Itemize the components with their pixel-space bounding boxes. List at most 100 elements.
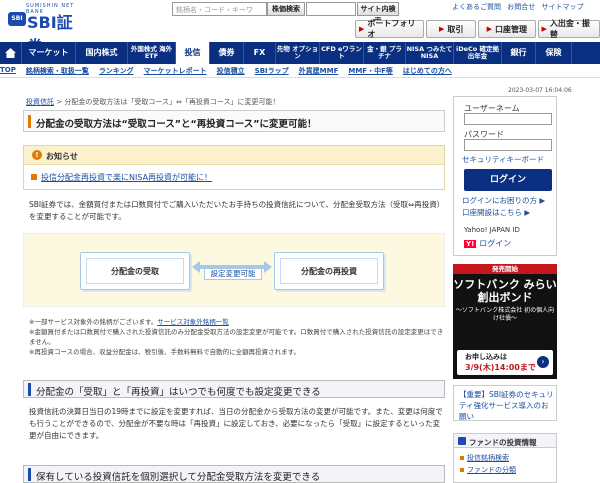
change-possible-label: 設定変更可能 [204, 268, 262, 280]
utility-button-bar: ▶ ポートフォリオ ▶ 取引 ▶ 口座管理 ▶ 入出金・振替 [355, 19, 600, 39]
subnav-top[interactable]: TOP [0, 66, 16, 77]
nav-market[interactable]: マーケット [22, 42, 76, 64]
excluded-funds-link[interactable]: サービス対象外銘柄一覧 [157, 318, 229, 326]
login-help-link[interactable]: ログインにお困りの方 ▶ [462, 195, 545, 206]
section-title: 保有している投資信託を個別選択して分配金受取方法を変更できる [36, 472, 321, 483]
nav-nisa[interactable]: NISA つみたてNISA [406, 42, 454, 64]
note-text: ※一部サービス対象外の銘柄がございます。 [29, 318, 158, 326]
notice-title: お知らせ [46, 152, 78, 161]
banner-apply-text: お申し込みは [465, 353, 507, 361]
subnav-search[interactable]: 銘柄検索・取扱一覧 [26, 66, 89, 77]
breadcrumb-current: > 分配金の受取方法は「受取コース」⇔「再投資コース」に変更可能！ [54, 98, 280, 106]
bullet-icon [460, 468, 464, 472]
nav-insurance[interactable]: 保険 [536, 42, 572, 64]
login-panel: ユーザーネーム パスワード セキュリティキーボード ログイン ログインにお困りの… [453, 96, 557, 256]
banner-top-label: 発売開始 [453, 264, 557, 274]
fund-search-label: 投信銘柄検索 [467, 454, 509, 462]
timestamp: 2023-03-07 16:04:06 [508, 87, 572, 94]
yahoo-icon: Y! [464, 240, 477, 248]
fund-search-link[interactable]: 投信銘柄検索 [460, 453, 509, 463]
trade-button[interactable]: ▶ 取引 [426, 20, 476, 38]
nav-gold[interactable]: 金・銀 プラチナ [364, 42, 406, 64]
banner-title: ソフトバンク みらい創出ボンド [453, 278, 557, 304]
section-heading: 保有している投資信託を個別選択して分配金受取方法を変更できる [23, 465, 445, 483]
subnav-ranking[interactable]: ランキング [99, 66, 134, 77]
triangle-icon: ▶ [439, 25, 445, 33]
utility-links: よくあるご質問 お問合せ サイトマップ [452, 2, 598, 12]
note-item: ※一部サービス対象外の銘柄がございます。サービス対象外銘柄一覧 [29, 317, 447, 327]
note-item: ※金額買付または口数買付で購入された投資信託のみ分配金受取方法の設定変更が可能で… [29, 328, 444, 346]
deposit-label: 入出金・振替 [549, 19, 590, 39]
breadcrumb: 投資信託 > 分配金の受取方法は「受取コース」⇔「再投資コース」に変更可能！ [26, 97, 279, 107]
banner-subtitle: 〜ソフトバンク株式会社 初の個人向け社債〜 [455, 307, 555, 322]
section-heading: 分配金の「受取」と「再投資」はいつでも何度でも設定変更できる [23, 380, 445, 398]
site-search-button[interactable]: サイト内検索 [357, 2, 399, 25]
nav-cfd[interactable]: CFD eワラント [320, 42, 364, 64]
notice-header: ! お知らせ [24, 146, 444, 165]
note-item: ※再投資コースの場合、収益分配金は、税引後、手数料無料で自動的に全額再投資されま… [29, 348, 300, 356]
nav-fx[interactable]: FX [244, 42, 276, 64]
triangle-icon: ▶ [486, 25, 492, 33]
sitemap-link[interactable]: サイトマップ [541, 3, 583, 11]
notes: ※一部サービス対象外の銘柄がございます。サービス対象外銘柄一覧 ※金額買付または… [29, 317, 447, 357]
security-promo-link[interactable]: 【重要】SBI証券のセキュリティ強化サービス導入のお願い [459, 389, 554, 422]
fund-category-link[interactable]: ファンドの分類 [460, 465, 516, 475]
notice-item: 投信分配金再投資で楽にNISA再投資が可能に！ [31, 172, 212, 183]
nav-ideco[interactable]: iDeCo 確定拠出年金 [454, 42, 502, 64]
faq-link[interactable]: よくあるご質問 [452, 3, 501, 11]
login-button[interactable]: ログイン [464, 169, 552, 191]
fund-info-header: ファンドの投資情報 [454, 434, 556, 448]
contact-link[interactable]: お問合せ [507, 3, 535, 11]
reinvest-course-label: 分配金の再投資 [280, 258, 378, 284]
reinvest-course-box: 分配金の再投資 [274, 252, 384, 290]
nav-bank[interactable]: 銀行 [502, 42, 536, 64]
nav-fund[interactable]: 投信 [176, 42, 210, 64]
bullet-square-icon [31, 174, 37, 180]
fund-info-icon [458, 437, 466, 445]
triangle-icon: ▶ [541, 25, 547, 33]
account-label: 口座管理 [494, 24, 527, 34]
subnav-mmf-other[interactable]: MMF・中F等 [348, 66, 393, 77]
password-input[interactable] [464, 139, 552, 151]
subnav-report[interactable]: マーケットレポート [144, 66, 207, 77]
stock-search-button[interactable]: 株価検索 [267, 2, 305, 16]
stock-search-input[interactable]: 銘柄名・コード・キーワ [172, 2, 267, 16]
intro-description: SBI証券では、金額買付または口数買付でご購入いただいたお手持ちの投資信託につい… [29, 200, 445, 221]
open-account-link[interactable]: 口座開設はこちら ▶ [462, 207, 530, 218]
page-title-box: 分配金の受取方法は“受取コース”と“再投資コース”に変更可能！ [23, 110, 445, 132]
notice-box: ! お知らせ 投信分配金再投資で楽にNISA再投資が可能に！ [23, 145, 445, 190]
bullet-icon [460, 456, 464, 460]
sbi-logo[interactable]: SUMISHIN NET BANK SBI SBI証券 [6, 2, 76, 56]
account-button[interactable]: ▶ 口座管理 [478, 20, 536, 38]
subnav-mmf[interactable]: 外貨建MMF [299, 66, 339, 77]
site-search-input[interactable] [306, 2, 356, 16]
section-accent-bar [28, 468, 31, 481]
fund-info-panel: ファンドの投資情報 投信銘柄検索 ファンドの分類 [453, 433, 557, 483]
logo-mark: SBI [8, 12, 26, 26]
subnav-wrap[interactable]: SBIラップ [255, 66, 289, 77]
nav-futures[interactable]: 先物 オプション [276, 42, 320, 64]
fund-info-title: ファンドの投資情報 [469, 438, 537, 447]
softbank-bond-banner[interactable]: 発売開始 ソフトバンク みらい創出ボンド 〜ソフトバンク株式会社 初の個人向け社… [453, 264, 557, 379]
sub-nav: TOP 銘柄検索・取扱一覧 ランキング マーケットレポート 投信積立 SBIラッ… [0, 66, 600, 78]
portfolio-button[interactable]: ▶ ポートフォリオ [355, 19, 425, 39]
deposit-button[interactable]: ▶ 入出金・振替 [537, 19, 600, 39]
notice-link[interactable]: 投信分配金再投資で楽にNISA再投資が可能に！ [41, 173, 212, 182]
breadcrumb-fund-link[interactable]: 投資信託 [26, 98, 54, 106]
home-icon[interactable] [0, 42, 22, 64]
arrow-right-icon: › [537, 356, 549, 368]
triangle-icon: ▶ [359, 25, 365, 33]
banner-apply-box: お申し込みは 3/9(木)14:00まで › [457, 350, 553, 375]
section-title: 分配金の「受取」と「再投資」はいつでも何度でも設定変更できる [36, 387, 321, 398]
fund-category-label: ファンドの分類 [467, 466, 516, 474]
yahoo-login-link[interactable]: Y! ログイン [464, 238, 511, 249]
banner-deadline: 3/9(木)14:00まで [465, 363, 536, 372]
nav-bond[interactable]: 債券 [210, 42, 244, 64]
username-input[interactable] [464, 113, 552, 125]
subnav-savings[interactable]: 投信積立 [217, 66, 245, 77]
security-keyboard-link[interactable]: セキュリティキーボード [462, 154, 544, 165]
subnav-beginner[interactable]: はじめての方へ [403, 66, 452, 77]
nav-foreign-stock[interactable]: 外国株式 海外ETF [128, 42, 176, 64]
page-title: 分配金の受取方法は“受取コース”と“再投資コース”に変更可能！ [36, 119, 317, 130]
nav-domestic-stock[interactable]: 国内株式 [76, 42, 128, 64]
